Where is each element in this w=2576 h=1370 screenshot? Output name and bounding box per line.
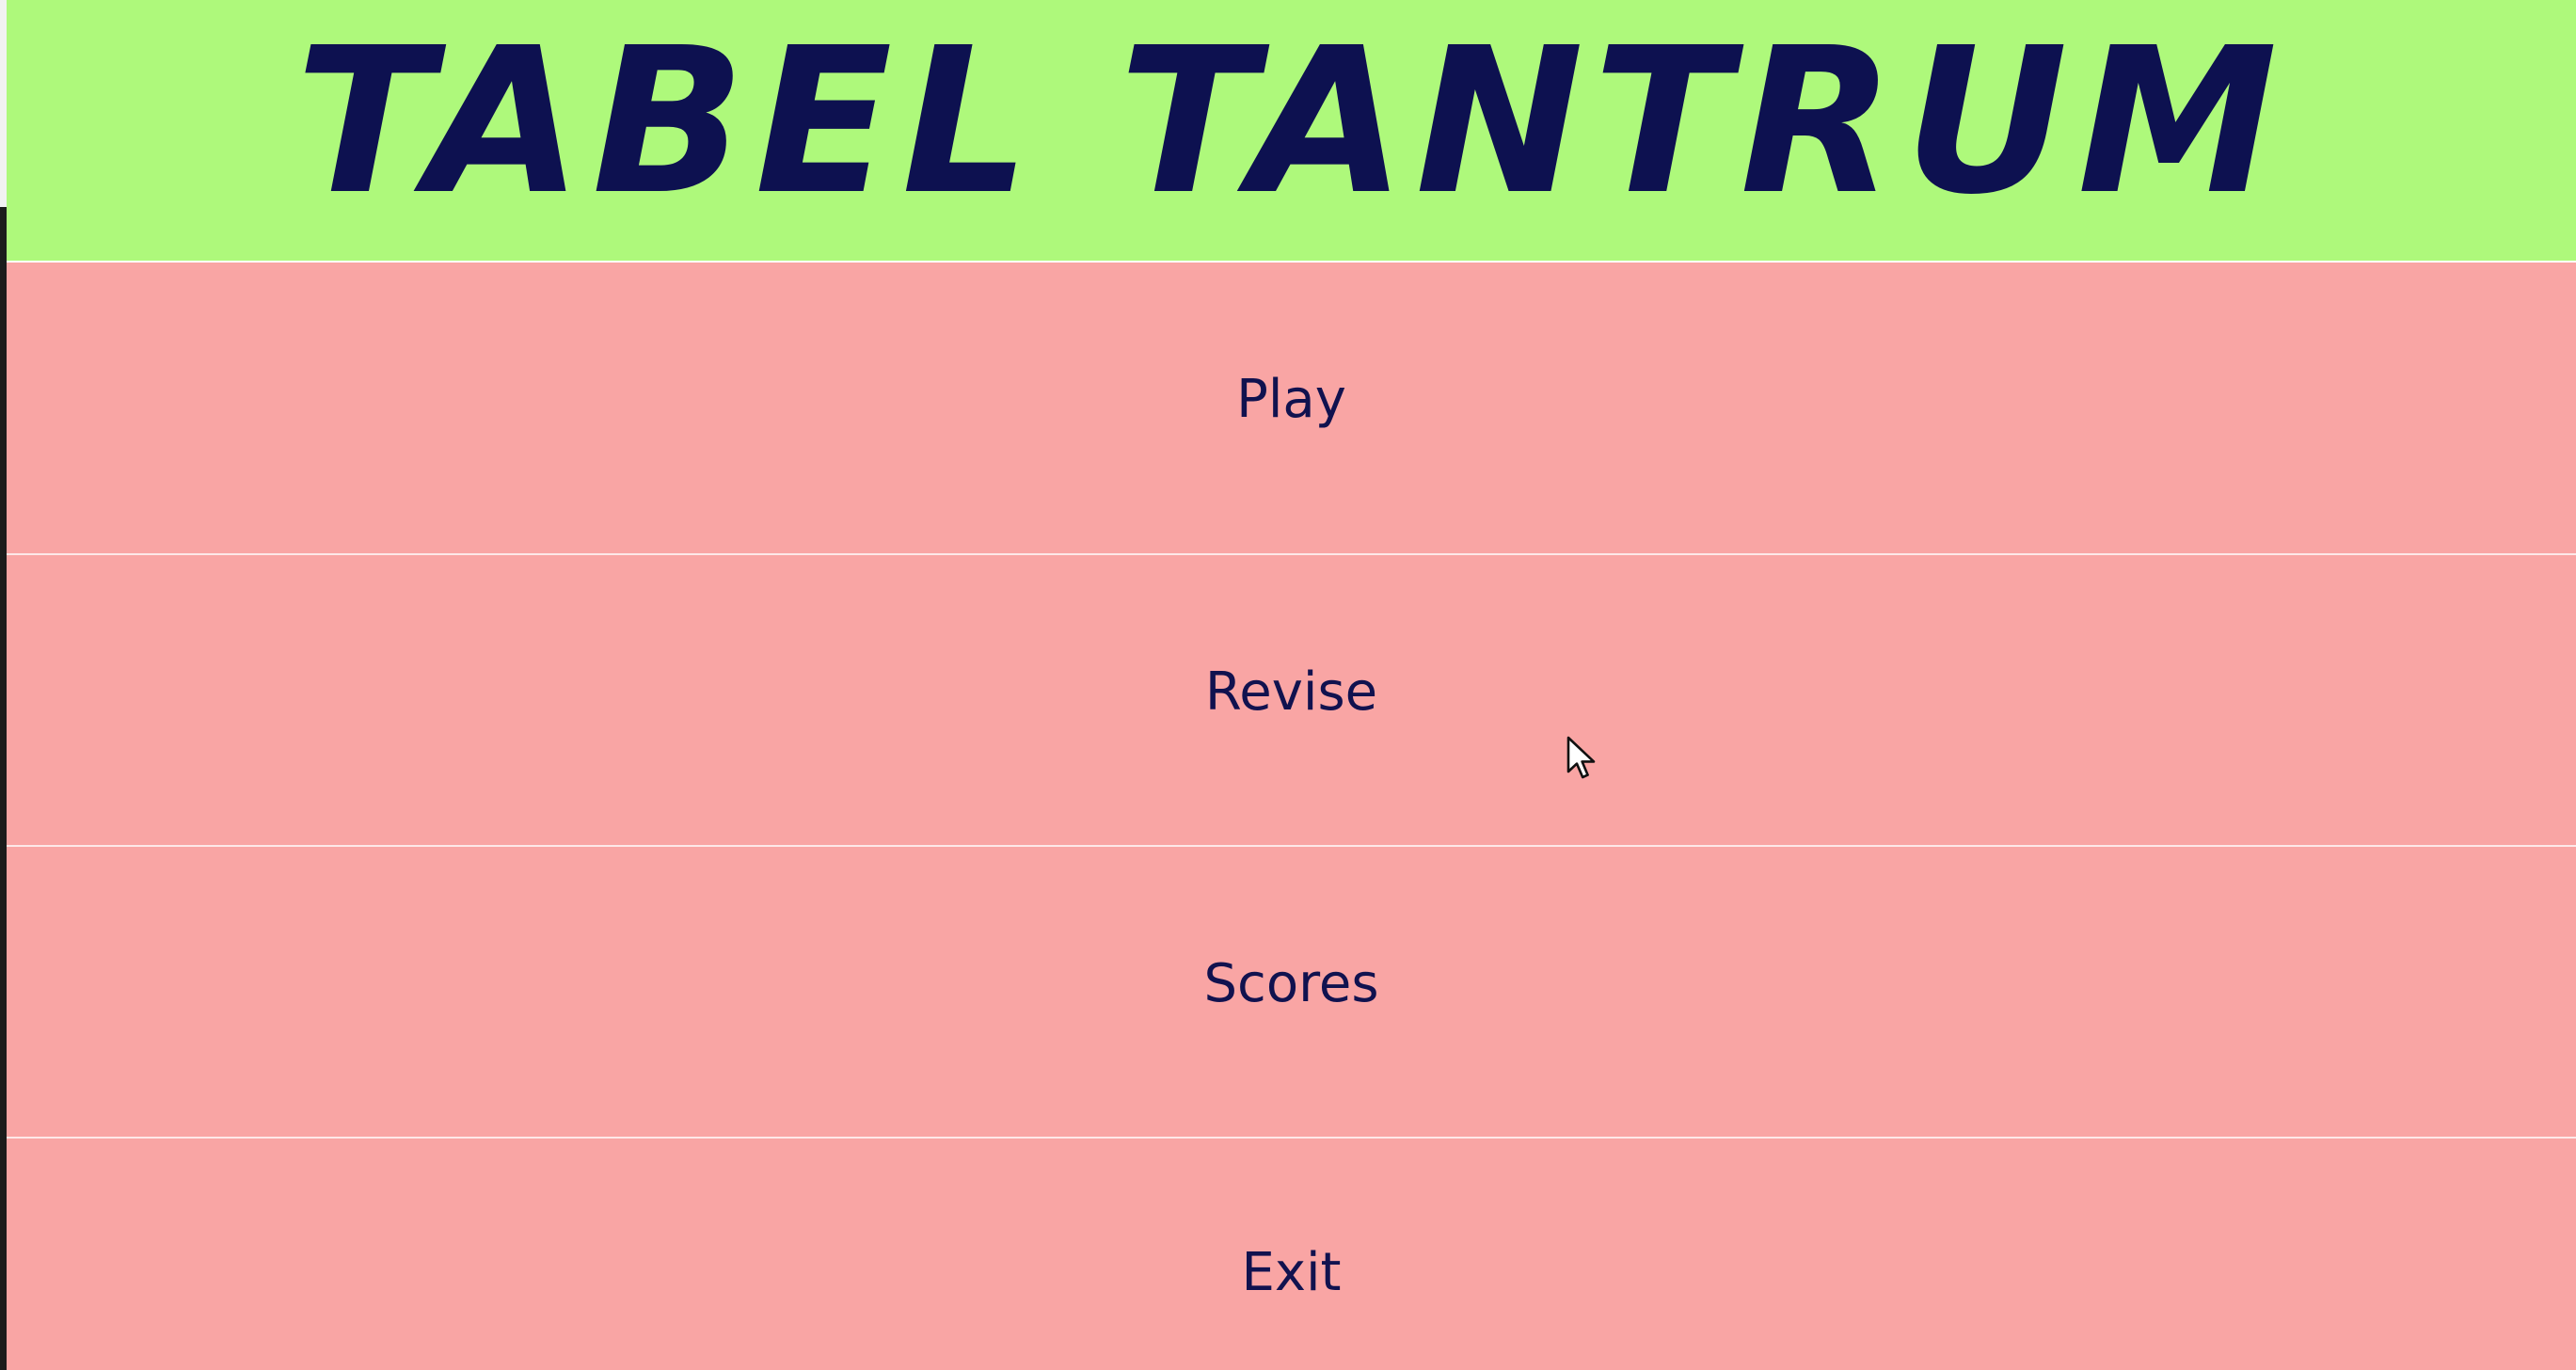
mouse-pointer-icon [1566,736,1596,779]
revise-button[interactable]: Revise [7,555,2576,847]
play-button-label: Play [1236,368,1346,430]
revise-button-label: Revise [1204,661,1378,723]
window-edge [0,0,7,207]
app-header: TABEL TANTRUM [7,0,2576,263]
app-title: TABEL TANTRUM [295,4,2287,239]
exit-button[interactable]: Exit [7,1139,2576,1370]
main-menu-screen: TABEL TANTRUM Play Revise Scores Exit [7,0,2576,1370]
scores-button-label: Scores [1203,952,1379,1014]
play-button[interactable]: Play [7,263,2576,554]
scores-button[interactable]: Scores [7,847,2576,1139]
exit-button-label: Exit [1241,1242,1342,1303]
